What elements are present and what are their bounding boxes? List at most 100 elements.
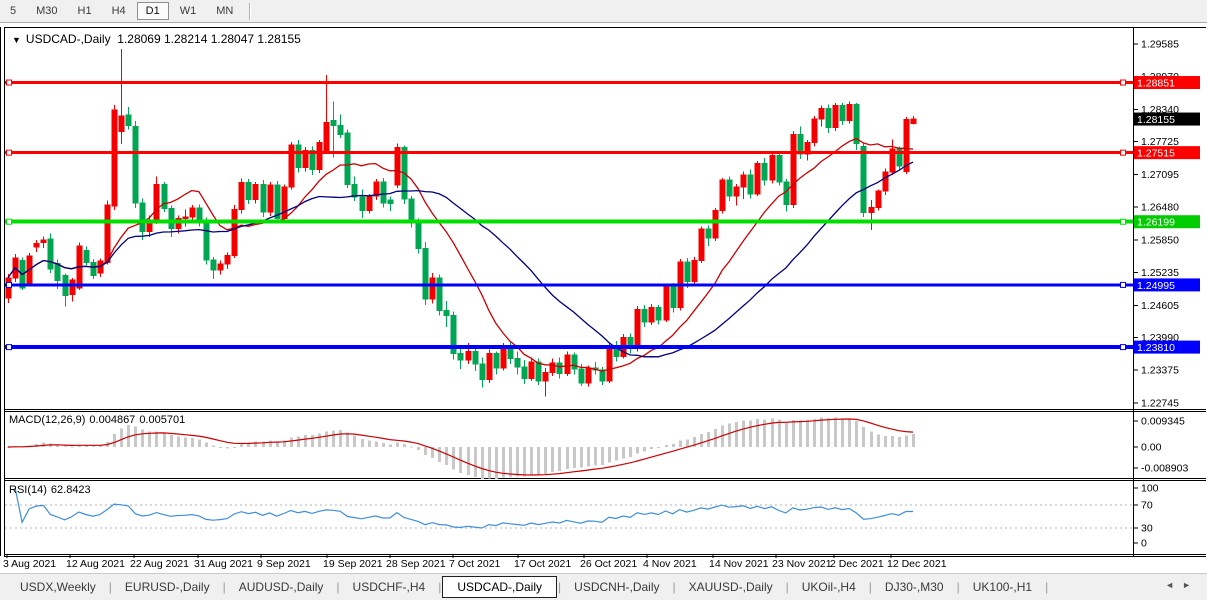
macd-histogram-bar (424, 447, 427, 455)
macd-histogram-bar (226, 447, 229, 449)
candle-body (154, 184, 159, 220)
macd-histogram-bar (134, 427, 137, 447)
hline-handle[interactable] (7, 150, 12, 155)
candle-body (713, 211, 718, 238)
tab-usdx-weekly[interactable]: USDX,Weekly (8, 577, 108, 597)
macd-histogram-bar (728, 424, 731, 447)
candle-body (331, 120, 336, 125)
hline-handle[interactable] (7, 282, 12, 287)
candle-body (430, 278, 435, 299)
tab-usdcad-daily[interactable]: USDCAD-,Daily (442, 576, 557, 598)
candle-body (112, 110, 117, 206)
hline-1.28851[interactable] (5, 80, 1133, 85)
macd-histogram-bar (657, 447, 660, 448)
candle-body (48, 239, 53, 269)
candle-body (494, 353, 499, 368)
candle-body (133, 127, 138, 203)
tab-uk100-h1[interactable]: UK100-,H1 (961, 577, 1044, 597)
price-tick-label: 1.22745 (1141, 397, 1179, 409)
candle-body (416, 222, 421, 248)
macd-histogram-bar (841, 418, 844, 447)
macd-histogram-bar (629, 447, 632, 457)
candle-body (140, 203, 145, 232)
hline-handle[interactable] (1121, 150, 1126, 155)
hline-handle[interactable] (1121, 219, 1126, 224)
macd-histogram-bar (219, 447, 222, 448)
macd-histogram-bar (382, 443, 385, 447)
candle-body (91, 263, 96, 276)
candle-body (253, 184, 258, 199)
candle-body (360, 197, 365, 211)
macd-histogram-bar (742, 420, 745, 447)
macd-histogram-bar (311, 435, 314, 447)
tab-scroll-right-icon[interactable]: ► (1182, 580, 1199, 590)
macd-histogram-bar (785, 422, 788, 447)
macd-histogram-bar (601, 447, 604, 465)
tab-dj30-m30[interactable]: DJ30-,M30 (873, 577, 956, 597)
time-tick-label: 12 Dec 2021 (887, 558, 947, 570)
macd-histogram-bar (141, 430, 144, 447)
tab-ukoil-h4[interactable]: UKOil-,H4 (790, 577, 868, 597)
candle-body (635, 309, 640, 348)
macd-histogram-bar (396, 443, 399, 447)
macd-histogram-bar (806, 420, 809, 447)
macd-histogram-bar (403, 444, 406, 447)
rsi-panel[interactable]: 10070300 (5, 483, 1159, 550)
price-chart[interactable]: 1.295851.289701.283401.277251.270951.264… (0, 0, 1207, 600)
time-tick-label: 31 Aug 2021 (194, 558, 253, 570)
hline-handle[interactable] (1121, 345, 1126, 350)
candle-body (296, 145, 301, 168)
candle-body (119, 116, 124, 131)
price-badge-label: 1.27515 (1137, 148, 1175, 160)
candle-body (190, 208, 195, 217)
macd-histogram-bar (481, 447, 484, 479)
hline-1.27515[interactable] (5, 150, 1133, 155)
candle-body (204, 221, 209, 260)
macd-histogram-bar (573, 447, 576, 468)
candle-body (381, 182, 386, 203)
macd-histogram-bar (884, 436, 887, 447)
hline-handle[interactable] (7, 80, 12, 85)
chart-symbol-label: USDCAD-,Daily (26, 32, 111, 46)
time-tick-label: 7 Oct 2021 (449, 558, 501, 570)
collapse-ohlc-icon[interactable]: ▼ (12, 35, 21, 45)
time-tick-label: 26 Oct 2021 (580, 558, 637, 570)
hline-handle[interactable] (7, 345, 12, 350)
macd-histogram-bar (452, 447, 455, 469)
tab-usdchf-h4[interactable]: USDCHF-,H4 (341, 577, 438, 597)
candle-body (225, 255, 230, 264)
macd-histogram-bar (64, 446, 67, 447)
macd-histogram-bar (566, 447, 569, 469)
hline-handle[interactable] (1121, 80, 1126, 85)
tab-eurusd-daily[interactable]: EURUSD-,Daily (113, 577, 222, 597)
candle-body (522, 367, 527, 379)
hline-handle[interactable] (1121, 282, 1126, 287)
macd-histogram-bar (205, 442, 208, 447)
hline-1.26199[interactable] (5, 219, 1133, 224)
tab-audusd-daily[interactable]: AUDUSD-,Daily (227, 577, 336, 597)
macd-histogram-bar (170, 435, 173, 447)
candle-body (883, 172, 888, 191)
hline-handle[interactable] (7, 219, 12, 224)
tab-scroll-arrows: ◄► (1165, 580, 1199, 590)
candle-body (84, 251, 89, 263)
price-tick-label: 1.24605 (1141, 300, 1179, 312)
candle-body (557, 363, 562, 373)
time-tick-label: 19 Sep 2021 (323, 558, 383, 570)
macd-histogram-bar (269, 440, 272, 447)
macd-histogram-bar (679, 441, 682, 447)
candle-body (600, 370, 605, 381)
macd-histogram-bar (325, 432, 328, 447)
macd-histogram-bar (749, 420, 752, 447)
hline-1.23810[interactable] (5, 345, 1133, 350)
hline-1.24995[interactable] (5, 282, 1133, 287)
candle-body (388, 200, 393, 203)
candle-body (536, 362, 541, 381)
candle-body (317, 142, 322, 169)
tab-usdcnh-daily[interactable]: USDCNH-,Daily (562, 577, 671, 597)
tab-scroll-left-icon[interactable]: ◄ (1165, 580, 1182, 590)
price-tick-label: 1.26480 (1141, 201, 1179, 213)
tab-xauusd-daily[interactable]: XAUUSD-,Daily (677, 577, 785, 597)
macd-histogram-bar (304, 435, 307, 447)
candle-body (692, 261, 697, 282)
